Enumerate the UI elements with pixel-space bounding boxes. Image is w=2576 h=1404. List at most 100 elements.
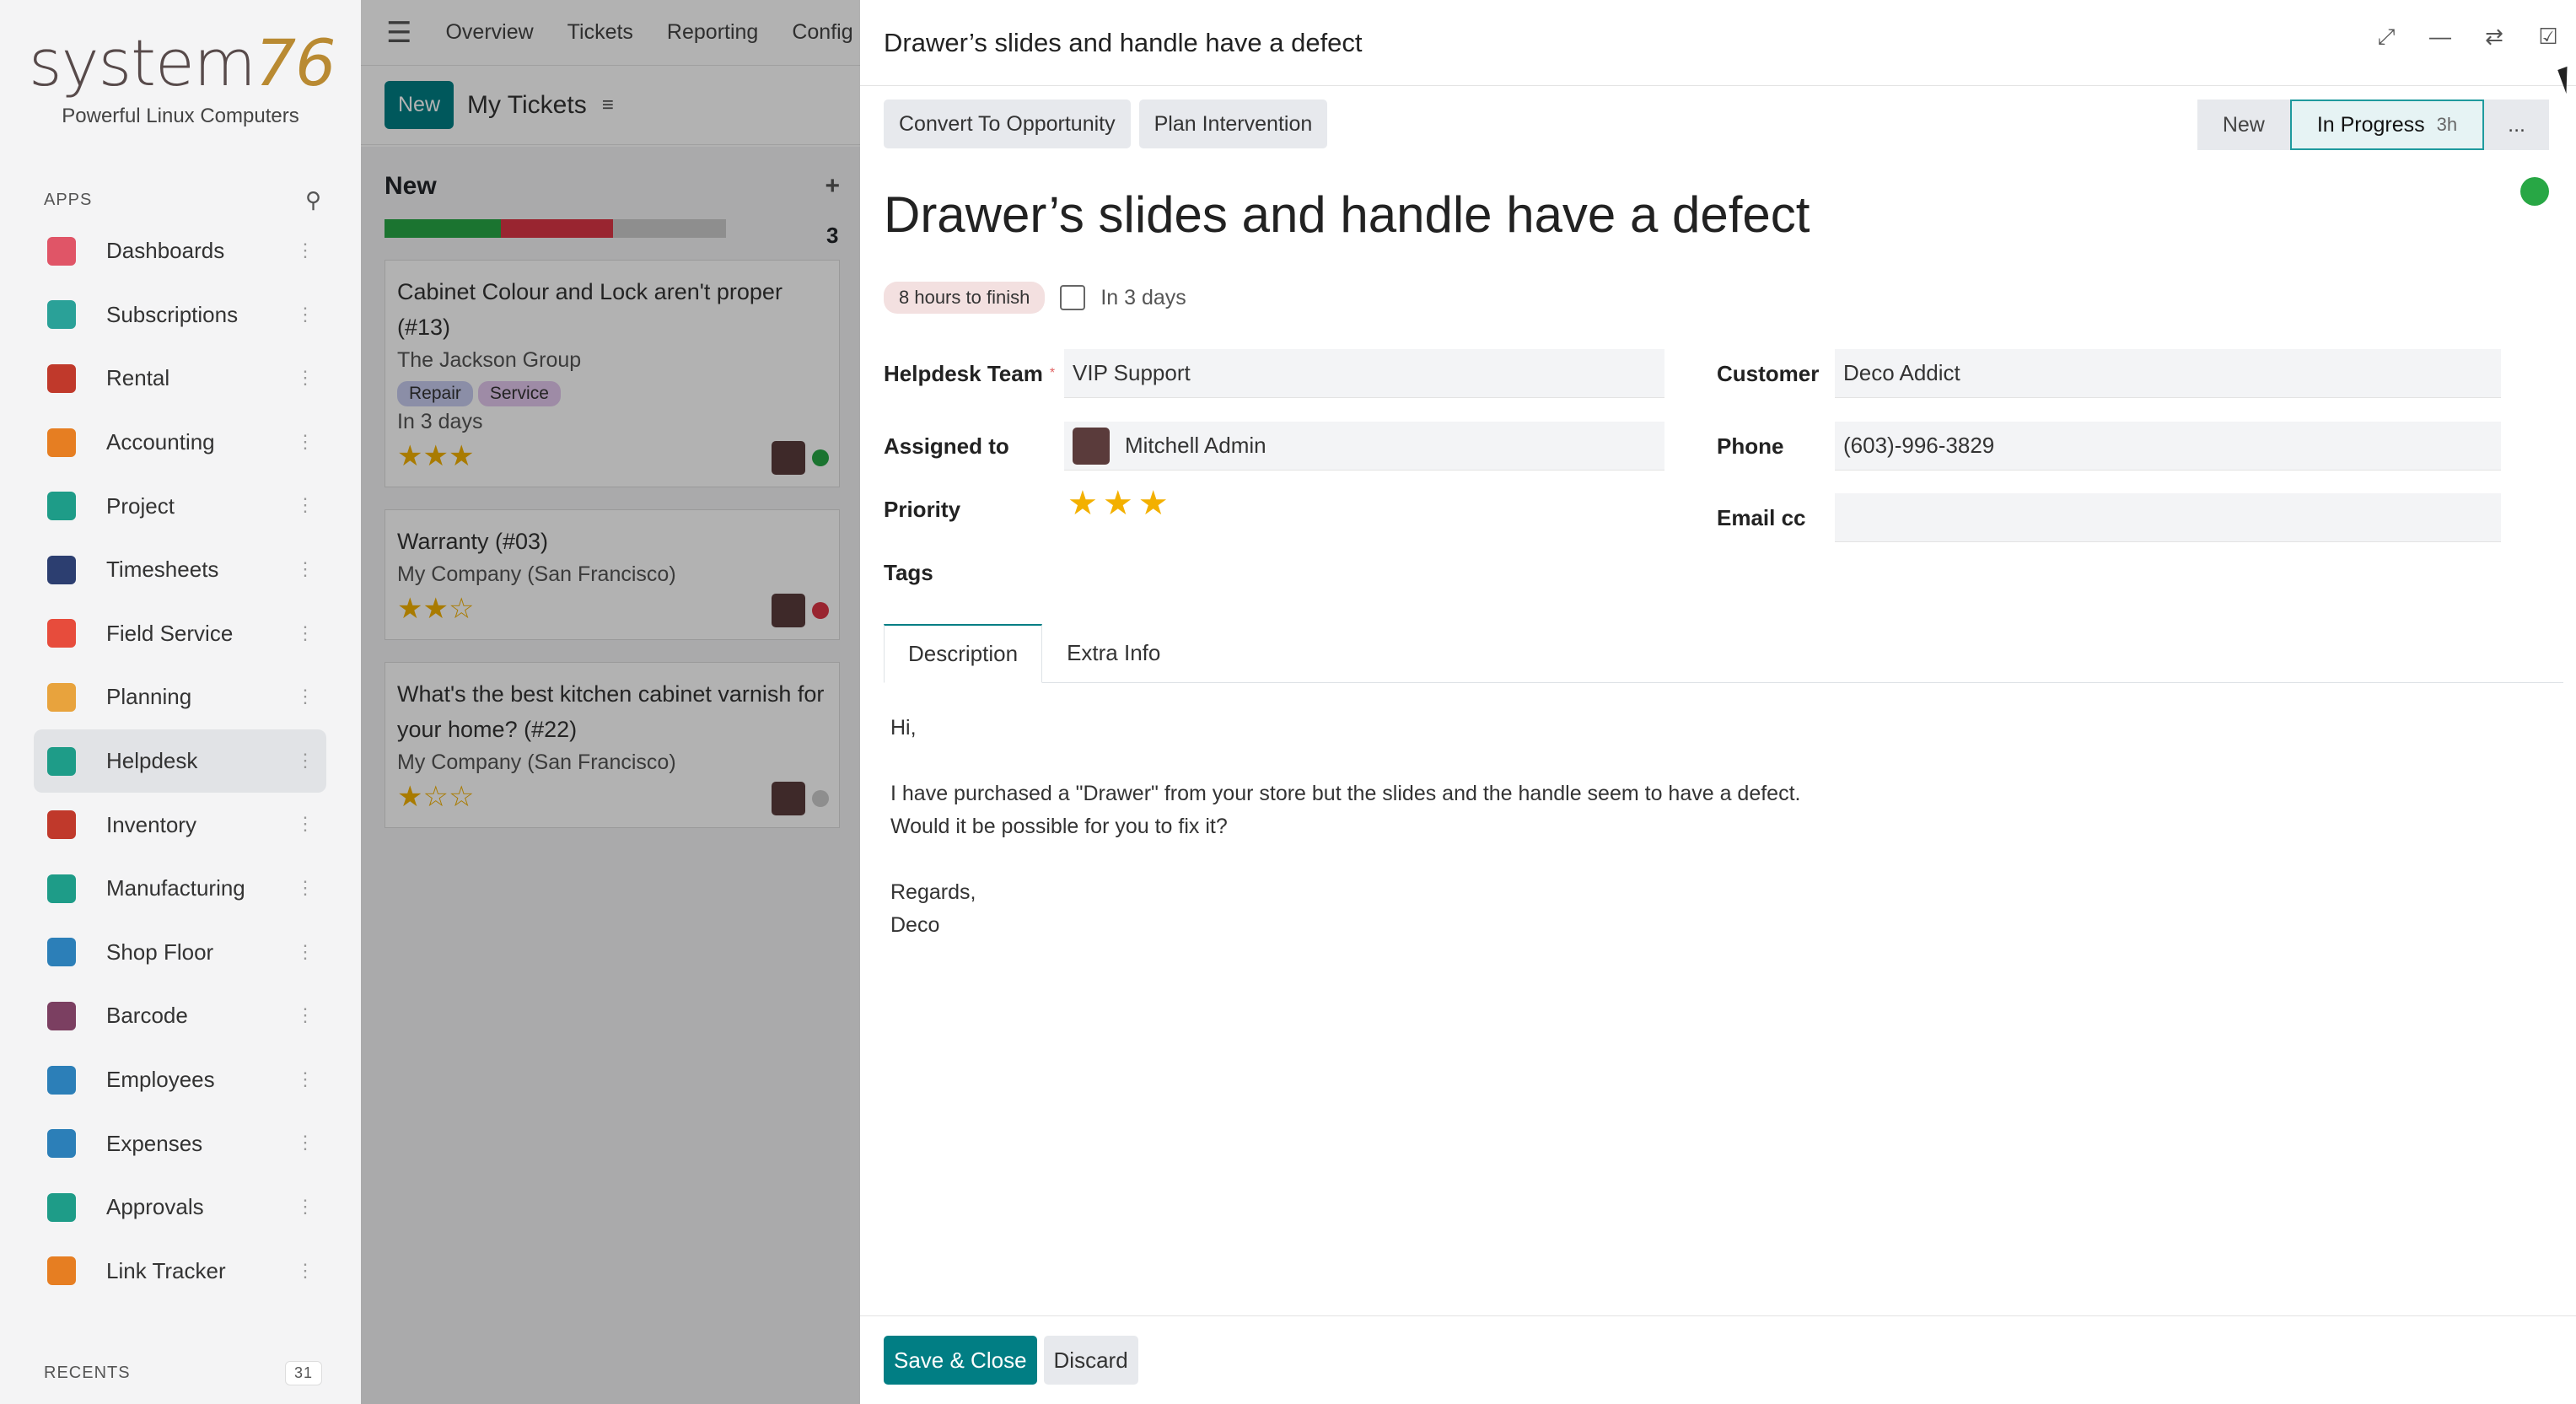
save-close-button[interactable]: Save & Close: [884, 1336, 1037, 1385]
discard-button[interactable]: Discard: [1043, 1336, 1138, 1385]
recents-count-badge: 31: [284, 1361, 322, 1385]
tab-description[interactable]: Description: [884, 624, 1043, 683]
ticket-dialog: Drawer’s slides and handle have a defect…: [860, 0, 2576, 1404]
employees-icon: [47, 1065, 76, 1095]
sidebar-app-accounting[interactable]: Accounting ⋮: [34, 411, 326, 475]
customer-field: Customer: [1717, 349, 1819, 398]
description-line: [890, 843, 1800, 876]
brand-logo[interactable]: system76 Powerful Linux Computers: [29, 25, 336, 128]
stage-new[interactable]: New: [2197, 100, 2290, 150]
kebab-menu-icon[interactable]: ⋮: [296, 686, 315, 707]
tab-extra-info[interactable]: Extra Info: [1042, 624, 1185, 682]
plan-intervention-button[interactable]: Plan Intervention: [1138, 100, 1328, 148]
sidebar-app-project[interactable]: Project ⋮: [34, 474, 326, 538]
kebab-menu-icon[interactable]: ⋮: [296, 1260, 315, 1282]
sidebar-app-link-tracker[interactable]: Link Tracker ⋮: [34, 1240, 326, 1304]
sidebar-app-employees[interactable]: Employees ⋮: [34, 1048, 326, 1112]
kebab-menu-icon[interactable]: ⋮: [296, 877, 315, 899]
field-service-icon: [47, 619, 76, 648]
sidebar-app-label: Project: [106, 492, 175, 519]
kebab-menu-icon[interactable]: ⋮: [296, 1196, 315, 1218]
minimize-icon[interactable]: —: [2429, 25, 2451, 47]
stage-current-label: In Progress: [2316, 112, 2425, 137]
convert-to-opportunity-button[interactable]: Convert To Opportunity: [884, 100, 1131, 148]
planning-icon: [47, 682, 76, 712]
kebab-menu-icon[interactable]: ⋮: [296, 304, 315, 325]
sidebar-app-label: Barcode: [106, 1003, 188, 1029]
kebab-menu-icon[interactable]: ⋮: [296, 367, 315, 389]
sidebar-app-label: Accounting: [106, 429, 215, 455]
kebab-menu-icon[interactable]: ⋮: [296, 1132, 315, 1154]
timesheets-icon: [47, 555, 76, 584]
rental-icon: [47, 363, 76, 393]
kebab-menu-icon[interactable]: ⋮: [296, 622, 315, 644]
kebab-menu-icon[interactable]: ⋮: [296, 239, 315, 261]
helpdesk-team-input[interactable]: VIP Support: [1064, 349, 1664, 398]
recents-label: RECENTS: [44, 1364, 131, 1382]
calendar-clock-icon[interactable]: [1060, 285, 1086, 310]
description-line: [890, 745, 1800, 777]
sidebar-app-timesheets[interactable]: Timesheets ⋮: [34, 538, 326, 602]
switch-view-icon[interactable]: ⇄: [2483, 25, 2505, 47]
phone-input[interactable]: (603)-996-3829: [1835, 422, 2501, 471]
kebab-menu-icon[interactable]: ⋮: [296, 1068, 315, 1090]
barcode-icon: [47, 1001, 76, 1030]
kebab-menu-icon[interactable]: ⋮: [296, 750, 315, 772]
kebab-menu-icon[interactable]: ⋮: [296, 494, 315, 516]
dialog-header: Drawer’s slides and handle have a defect…: [860, 0, 2576, 86]
priority-field: Priority: [884, 485, 960, 534]
kanban-state-dot[interactable]: [2520, 177, 2549, 206]
required-marker: *: [1049, 366, 1056, 380]
sidebar-app-inventory[interactable]: Inventory ⋮: [34, 793, 326, 857]
kebab-menu-icon[interactable]: ⋮: [296, 431, 315, 453]
sidebar-app-approvals[interactable]: Approvals ⋮: [34, 1175, 326, 1240]
manufacturing-icon: [47, 874, 76, 903]
kebab-menu-icon[interactable]: ⋮: [296, 813, 315, 835]
assigned-to-value: Mitchell Admin: [1125, 433, 1266, 458]
assigned-to-label: Assigned to: [884, 433, 1009, 459]
sidebar-app-rental[interactable]: Rental ⋮: [34, 347, 326, 411]
description-line: Regards,: [890, 880, 976, 904]
sidebar-app-planning[interactable]: Planning ⋮: [34, 665, 326, 729]
email-cc-input[interactable]: [1835, 493, 2501, 542]
expenses-icon: [47, 1129, 76, 1159]
sidebar-app-dashboards[interactable]: Dashboards ⋮: [34, 219, 326, 283]
sidebar-app-label: Helpdesk: [106, 748, 198, 774]
tags-label: Tags: [884, 559, 933, 585]
description-line: Deco: [890, 913, 940, 937]
sidebar-app-manufacturing[interactable]: Manufacturing ⋮: [34, 857, 326, 921]
apps-list: Dashboards ⋮ Subscriptions ⋮ Rental ⋮ Accounti…: [34, 219, 326, 1303]
stage-statusbar: New In Progress 3h ...: [2197, 100, 2549, 150]
stage-in-progress[interactable]: In Progress 3h: [2289, 100, 2485, 150]
tags-field: Tags: [884, 548, 933, 597]
user-avatar: [1073, 427, 1110, 465]
assigned-to-field: Assigned to: [884, 422, 1009, 471]
accounting-icon: [47, 428, 76, 457]
assigned-to-input[interactable]: Mitchell Admin: [1064, 422, 1664, 471]
sidebar-app-field-service[interactable]: Field Service ⋮: [34, 602, 326, 666]
search-icon[interactable]: ⚲: [305, 187, 322, 213]
description-editor[interactable]: Hi, I have purchased a "Drawer" from you…: [890, 712, 1800, 942]
apps-label: APPS: [44, 191, 93, 209]
sidebar-app-barcode[interactable]: Barcode ⋮: [34, 984, 326, 1048]
priority-stars[interactable]: ★★★: [1068, 484, 1174, 523]
sidebar-app-expenses[interactable]: Expenses ⋮: [34, 1111, 326, 1175]
helpdesk-team-label: Helpdesk Team: [884, 360, 1043, 386]
sidebar-app-subscriptions[interactable]: Subscriptions ⋮: [34, 283, 326, 347]
ticket-title[interactable]: Drawer’s slides and handle have a defect: [884, 186, 1810, 244]
app-sidebar: system76 Powerful Linux Computers APPS ⚲…: [0, 0, 361, 1404]
kebab-menu-icon[interactable]: ⋮: [296, 558, 315, 580]
sidebar-app-shop-floor[interactable]: Shop Floor ⋮: [34, 921, 326, 985]
sidebar-app-label: Shop Floor: [106, 939, 214, 965]
close-dialog-icon[interactable]: ☑: [2537, 25, 2559, 47]
inventory-icon: [47, 810, 76, 840]
kebab-menu-icon[interactable]: ⋮: [296, 941, 315, 963]
sidebar-app-helpdesk[interactable]: Helpdesk ⋮: [34, 729, 326, 793]
dialog-title: Drawer’s slides and handle have a defect: [884, 27, 1363, 57]
expand-icon[interactable]: ⤢: [2375, 25, 2397, 47]
more-stages-button[interactable]: ...: [2484, 100, 2549, 150]
sidebar-app-label: Inventory: [106, 811, 196, 837]
sidebar-app-label: Expenses: [106, 1130, 203, 1156]
kebab-menu-icon[interactable]: ⋮: [296, 1004, 315, 1026]
customer-input[interactable]: Deco Addict: [1835, 349, 2501, 398]
